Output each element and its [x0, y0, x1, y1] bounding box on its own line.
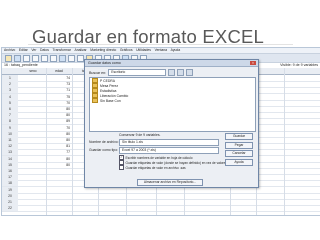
row-number[interactable]: 11 — [2, 137, 18, 144]
cell-edad[interactable]: 70 — [46, 125, 70, 131]
file-list[interactable]: P CEDRA Mesa Perez Estadistica Liberació… — [89, 77, 256, 132]
row-number[interactable]: 12 — [2, 143, 18, 150]
row-number[interactable]: 13 — [2, 149, 18, 156]
goto-case-icon[interactable] — [59, 54, 66, 62]
close-icon[interactable]: × — [250, 61, 256, 65]
paste-button[interactable]: Pegar — [225, 141, 253, 149]
view-menu-icon[interactable] — [186, 69, 194, 76]
variables-kept-message: Conservar 9 de 9 variables. — [119, 133, 161, 137]
row-number[interactable]: 18 — [2, 180, 18, 187]
menu-marketing[interactable]: Marketing directo — [90, 48, 116, 53]
filename-label: Nombre de archivo: — [89, 140, 119, 144]
row-number[interactable]: 14 — [2, 155, 18, 162]
file-type-label: Guardar como tipo: — [89, 148, 119, 152]
cell-edad[interactable]: 77 — [46, 149, 70, 155]
row-number[interactable]: 21 — [2, 199, 18, 206]
cell-edad[interactable]: 70 — [46, 100, 70, 106]
row-number[interactable]: 7 — [2, 112, 18, 119]
save-icon[interactable] — [14, 54, 21, 62]
look-in-label: Buscar en: — [89, 70, 107, 75]
row-number[interactable]: 9 — [2, 124, 18, 131]
menu-ayuda[interactable]: Ayuda — [171, 48, 181, 53]
undo-icon[interactable] — [41, 54, 48, 62]
file-type-select[interactable]: Excel 97 a 2003 (*.xls) — [119, 147, 219, 154]
row-number[interactable]: 16 — [2, 168, 18, 175]
row-number[interactable]: 19 — [2, 186, 18, 193]
cell-edad[interactable]: 75 — [46, 94, 70, 100]
cell-edad[interactable]: 80 — [46, 162, 70, 168]
cell-edad[interactable]: 73 — [46, 81, 70, 87]
column-header[interactable]: sexo — [20, 68, 46, 74]
row-number[interactable]: 17 — [2, 174, 18, 181]
dialog-recall-icon[interactable] — [32, 54, 39, 62]
dialog-buttons: Guardar Pegar Cancelar Ayuda — [225, 133, 253, 167]
row-number[interactable]: 3 — [2, 87, 18, 94]
row-number[interactable]: 2 — [2, 81, 18, 88]
variables-icon[interactable] — [68, 54, 75, 62]
find-icon[interactable] — [77, 54, 84, 62]
folder-icon — [92, 98, 98, 103]
row-number[interactable]: 10 — [2, 130, 18, 137]
filename-input[interactable]: Sin titulo 1.xls — [119, 139, 219, 146]
spss-window: Archivo Editar Ver Datos Transformar Ana… — [1, 47, 320, 216]
row-number[interactable]: 15 — [2, 161, 18, 168]
redo-icon[interactable] — [50, 54, 57, 62]
cell-edad[interactable]: 71 — [46, 87, 70, 93]
print-icon[interactable] — [23, 54, 30, 62]
cell-edad[interactable]: 80 — [46, 106, 70, 112]
option-sas-labels[interactable]: Guardar etiquetas de valor en archivo .s… — [119, 165, 186, 170]
menu-analizar[interactable]: Analizar — [74, 48, 86, 53]
help-button[interactable]: Ayuda — [225, 158, 253, 166]
cancel-button[interactable]: Cancelar — [225, 150, 253, 157]
list-item[interactable]: Sin Base Con — [90, 98, 255, 103]
up-folder-icon[interactable] — [168, 69, 176, 76]
cell-edad[interactable]: 80 — [46, 156, 70, 162]
cell-edad[interactable]: 89 — [46, 118, 70, 124]
menu-ventana[interactable]: Ventana — [155, 48, 167, 53]
store-in-repository-button[interactable]: Almacenar archivo en Repositorio... — [137, 179, 203, 186]
row-number[interactable]: 6 — [2, 106, 18, 113]
cell-edad[interactable]: 80 — [46, 112, 70, 118]
row-number[interactable]: 4 — [2, 93, 18, 100]
save-data-dialog: Guardar datos como × Buscar en: Escritor… — [84, 59, 259, 188]
look-in-select[interactable]: Escritorio — [108, 69, 167, 76]
cell-edad[interactable]: 81 — [46, 143, 70, 149]
look-in-row: Buscar en: Escritorio — [89, 69, 194, 76]
cell-edad[interactable]: 80 — [46, 131, 70, 137]
dialog-title: Guardar datos como — [88, 61, 121, 65]
menu-datos[interactable]: Datos — [40, 48, 49, 53]
menu-ver[interactable]: Ver — [31, 48, 36, 53]
table-row[interactable]: 22 — [2, 205, 320, 213]
menu-archivo[interactable]: Archivo — [4, 48, 15, 53]
grid-line — [72, 68, 73, 215]
row-number[interactable]: 22 — [2, 205, 18, 212]
menu-transformar[interactable]: Transformar — [53, 48, 71, 53]
column-header[interactable]: edad — [46, 68, 72, 74]
new-folder-icon[interactable] — [177, 69, 185, 76]
menu-editar[interactable]: Editar — [19, 48, 28, 53]
cell-edad[interactable]: 74 — [46, 75, 70, 81]
checkbox[interactable] — [119, 165, 124, 170]
cell-edad[interactable]: 80 — [46, 137, 70, 143]
menu-utilidades[interactable]: Utilidades — [136, 48, 151, 53]
title-rule — [28, 44, 293, 45]
row-number[interactable]: 5 — [2, 99, 18, 106]
dialog-title-bar: Guardar datos como — [85, 60, 258, 67]
grid-line — [46, 68, 47, 215]
row-number[interactable]: 8 — [2, 118, 18, 125]
row-number[interactable]: 20 — [2, 192, 18, 199]
save-button[interactable]: Guardar — [225, 133, 253, 140]
open-icon[interactable] — [5, 54, 12, 62]
grid-line — [284, 68, 285, 215]
row-number[interactable]: 1 — [2, 75, 18, 82]
menu-graficos[interactable]: Gráficos — [120, 48, 133, 53]
